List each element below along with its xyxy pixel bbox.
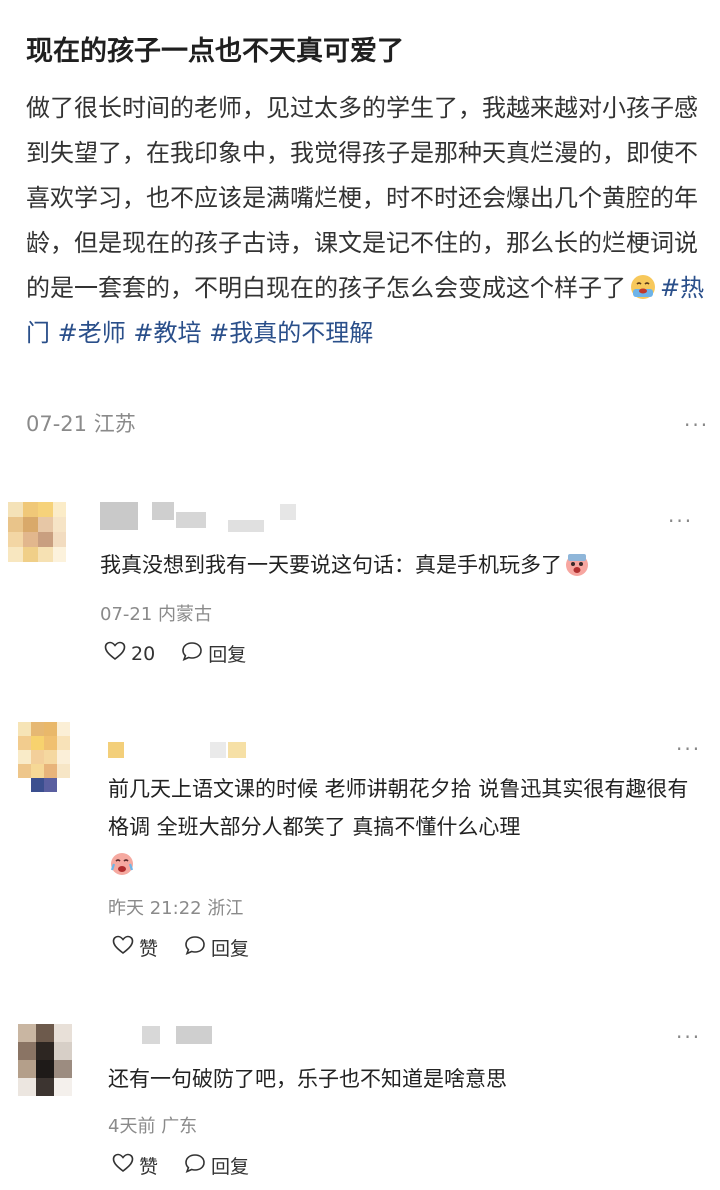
comment-meta: 07-21 内蒙古	[100, 600, 212, 626]
chat-bubble-icon	[184, 935, 211, 960]
comment-date: 07-21	[100, 604, 153, 625]
like-label: 赞	[139, 938, 159, 960]
post-title: 现在的孩子一点也不天真可爱了	[26, 36, 404, 67]
tag-link[interactable]: #我真的不理解	[209, 319, 373, 347]
like-button[interactable]: 赞	[112, 934, 158, 961]
shocked-emoji-icon	[564, 551, 590, 577]
reply-button[interactable]: 回复	[184, 1152, 249, 1179]
comment-time: 4天前	[108, 1116, 156, 1137]
crying-emoji-icon	[628, 271, 658, 301]
comment-meta: 昨天 21:22 浙江	[108, 894, 243, 920]
comment-actions: 20 回复	[104, 640, 272, 667]
comment-text: 还有一句破防了吧，乐子也不知道是啥意思	[108, 1067, 507, 1091]
heart-icon	[104, 641, 131, 666]
post-location: 江苏	[93, 412, 136, 436]
comment-more-button[interactable]: ···	[668, 511, 693, 531]
reply-label: 回复	[211, 938, 250, 960]
comment-text-content: 前几天上语文课的时候 老师讲朝花夕拾 说鲁迅其实很有趣很有格调 全班大部分人都笑…	[108, 777, 689, 839]
tag-link[interactable]: #老师	[58, 319, 126, 347]
heart-icon	[112, 1153, 139, 1178]
comment-more-button[interactable]: ···	[676, 739, 701, 759]
like-count: 20	[131, 642, 156, 665]
comment-location: 广东	[161, 1116, 198, 1137]
comment-text: 我真没想到我有一天要说这句话：真是手机玩多了	[100, 546, 700, 584]
reply-label: 回复	[208, 644, 247, 666]
comment-actions: 赞 回复	[112, 934, 275, 961]
crying-emoji-icon	[108, 849, 136, 877]
comment-text-content: 我真没想到我有一天要说这句话：真是手机玩多了	[100, 553, 562, 577]
reply-button[interactable]: 回复	[184, 934, 249, 961]
reply-button[interactable]: 回复	[181, 640, 246, 667]
tag-link[interactable]: #教培	[133, 319, 201, 347]
comment-more-button[interactable]: ···	[676, 1027, 701, 1047]
comment-location: 内蒙古	[158, 604, 213, 625]
chat-bubble-icon	[184, 1153, 211, 1178]
post-body: 做了很长时间的老师，见过太多的学生了，我越来越对小孩子感到失望了，在我印象中，我…	[26, 86, 706, 356]
chat-bubble-icon	[181, 641, 208, 666]
post-date: 07-21	[26, 412, 88, 436]
reply-label: 回复	[211, 1156, 250, 1178]
comment-text: 前几天上语文课的时候 老师讲朝花夕拾 说鲁迅其实很有趣很有格调 全班大部分人都笑…	[108, 770, 704, 884]
avatar[interactable]	[18, 1024, 72, 1096]
like-label: 赞	[139, 1156, 159, 1178]
post-meta: 07-21 江苏	[26, 408, 136, 438]
heart-icon	[112, 935, 139, 960]
avatar[interactable]	[8, 502, 66, 574]
like-button[interactable]: 20	[104, 641, 155, 666]
like-button[interactable]: 赞	[112, 1152, 158, 1179]
comment-location: 浙江	[207, 898, 244, 919]
post-body-text: 做了很长时间的老师，见过太多的学生了，我越来越对小孩子感到失望了，在我印象中，我…	[26, 94, 698, 302]
avatar[interactable]	[18, 722, 70, 792]
comment-actions: 赞 回复	[112, 1152, 275, 1179]
comment-time: 昨天 21:22	[108, 898, 202, 919]
post-more-button[interactable]: ···	[684, 415, 709, 435]
comment-meta: 4天前 广东	[108, 1112, 197, 1138]
